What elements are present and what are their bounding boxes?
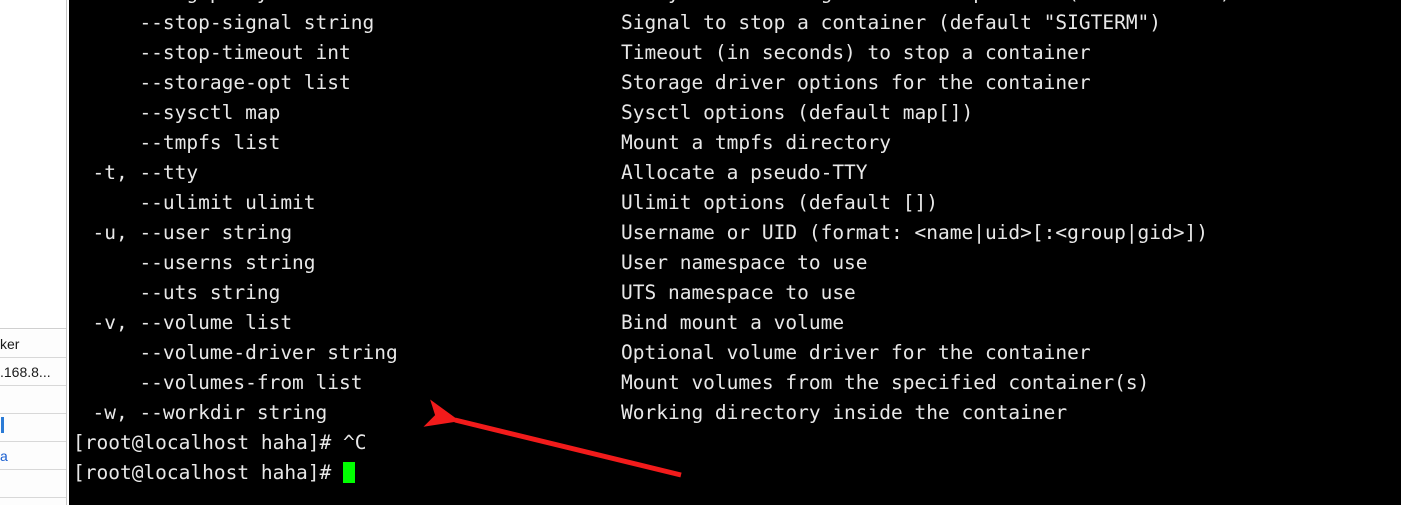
- option-description: Sysctl options (default map[]): [621, 101, 974, 124]
- terminal-cursor: [343, 462, 356, 483]
- terminal-window[interactable]: --sig-proxy Proxy received signals to th…: [69, 0, 1401, 505]
- option-description: User namespace to use: [621, 251, 868, 274]
- option-flag: --tmpfs list: [69, 131, 281, 154]
- help-option-row: --volume-driver string Optional volume d…: [69, 338, 1401, 368]
- option-flag: --userns string: [69, 251, 316, 274]
- option-description: Signal to stop a container (default "SIG…: [621, 11, 1162, 34]
- option-description: Optional volume driver for the container: [621, 341, 1091, 364]
- list-item[interactable]: [0, 414, 66, 442]
- shell-prompt-line: [root@localhost haha]# ^C: [69, 428, 1401, 458]
- list-item-label: a: [0, 447, 8, 464]
- side-panel-list[interactable]: ker .168.8... a: [0, 330, 66, 505]
- option-flag: -v, --volume list: [69, 311, 293, 334]
- option-description: Mount a tmpfs directory: [621, 131, 892, 154]
- option-description: Mount volumes from the specified contain…: [621, 371, 1150, 394]
- help-option-row: -t, --tty Allocate a pseudo-TTY: [69, 158, 1401, 188]
- option-flag: --sig-proxy: [69, 0, 268, 8]
- option-flag: -w, --workdir string: [69, 401, 328, 424]
- option-flag: -u, --user string: [69, 221, 293, 244]
- help-option-row: --sig-proxy Proxy received signals to th…: [69, 0, 1401, 8]
- option-description: Working directory inside the container: [621, 401, 1068, 424]
- help-option-row: --tmpfs list Mount a tmpfs directory: [69, 128, 1401, 158]
- help-option-row: -w, --workdir string Working directory i…: [69, 398, 1401, 428]
- help-option-row: --ulimit ulimit Ulimit options (default …: [69, 188, 1401, 218]
- option-flag: --volume-driver string: [69, 341, 398, 364]
- list-item-label: ker: [0, 335, 20, 352]
- side-panel-blank-area: [0, 0, 66, 329]
- help-option-row: --stop-signal string Signal to stop a co…: [69, 8, 1401, 38]
- help-option-row: --storage-opt list Storage driver option…: [69, 68, 1401, 98]
- list-item[interactable]: [0, 470, 66, 498]
- option-flag: --stop-timeout int: [69, 41, 351, 64]
- option-flag: --uts string: [69, 281, 281, 304]
- list-item[interactable]: .168.8...: [0, 358, 66, 386]
- help-option-row: --stop-timeout int Timeout (in seconds) …: [69, 38, 1401, 68]
- list-item[interactable]: a: [0, 442, 66, 470]
- list-item[interactable]: [0, 386, 66, 414]
- option-flag: --ulimit ulimit: [69, 191, 316, 214]
- help-option-row: -u, --user string Username or UID (forma…: [69, 218, 1401, 248]
- help-option-row: -v, --volume list Bind mount a volume: [69, 308, 1401, 338]
- browser-side-panel: ker .168.8... a: [0, 0, 67, 505]
- help-option-row: --userns string User namespace to use: [69, 248, 1401, 278]
- list-item[interactable]: [0, 498, 66, 505]
- shell-prompt: [root@localhost haha]#: [73, 461, 344, 484]
- option-flag: --stop-signal string: [69, 11, 375, 34]
- shell-command: ^C: [343, 431, 367, 454]
- option-description: Timeout (in seconds) to stop a container: [621, 41, 1091, 64]
- option-description: UTS namespace to use: [621, 281, 856, 304]
- help-option-row: --uts string UTS namespace to use: [69, 278, 1401, 308]
- option-description: Bind mount a volume: [621, 311, 845, 334]
- option-flag: --sysctl map: [69, 101, 281, 124]
- help-option-row: --sysctl map Sysctl options (default map…: [69, 98, 1401, 128]
- list-item-label: .168.8...: [0, 363, 51, 380]
- option-description: Proxy received signals to the process (d…: [621, 0, 1231, 8]
- list-item[interactable]: ker: [0, 330, 66, 358]
- option-description: Username or UID (format: <name|uid>[:<gr…: [621, 221, 1208, 244]
- option-description: Allocate a pseudo-TTY: [621, 161, 868, 184]
- screen-root: ker .168.8... a --stop-signal string Sig…: [0, 0, 1401, 505]
- option-description: Ulimit options (default []): [621, 191, 938, 214]
- option-flag: -t, --tty: [69, 161, 199, 184]
- shell-prompt-line-active[interactable]: [root@localhost haha]#: [69, 458, 1401, 488]
- option-flag: --volumes-from list: [69, 371, 363, 394]
- option-flag: --storage-opt list: [69, 71, 351, 94]
- shell-prompt: [root@localhost haha]#: [73, 431, 344, 454]
- option-description: Storage driver options for the container: [621, 71, 1091, 94]
- terminal-output: --sig-proxy Proxy received signals to th…: [69, 0, 1401, 488]
- help-option-row-volumes-from: --volumes-from list Mount volumes from t…: [69, 368, 1401, 398]
